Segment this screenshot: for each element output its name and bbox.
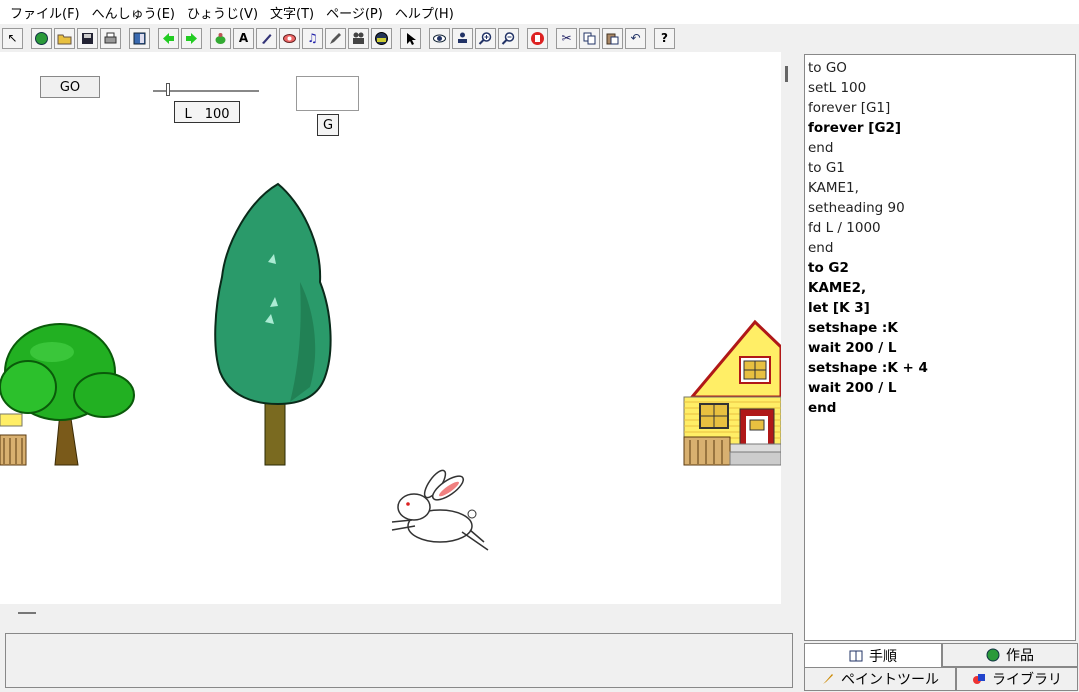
tab-procedures[interactable]: 手順 <box>804 643 942 667</box>
tab-paint-tool[interactable]: ペイントツール <box>804 667 956 691</box>
code-line: end <box>808 140 834 156</box>
blank-display-box[interactable] <box>296 76 359 111</box>
music-note-icon[interactable]: ♫ <box>302 27 323 49</box>
rabbit[interactable] <box>391 467 489 551</box>
code-line: setshape :K + 4 <box>808 360 928 376</box>
tabs-row-top: 手順 作品 <box>804 643 1078 667</box>
tab-works[interactable]: 作品 <box>942 643 1078 667</box>
menu-help[interactable]: ヘルプ(H) <box>389 3 460 22</box>
code-line: setL 100 <box>808 80 867 96</box>
open-folder-icon[interactable] <box>54 27 75 49</box>
horizontal-splitter-grip[interactable] <box>18 612 36 614</box>
code-line: fd L / 1000 <box>808 220 881 236</box>
help-icon[interactable]: ? <box>654 27 675 49</box>
code-line: forever [G2] <box>808 120 902 136</box>
cut-icon[interactable]: ✂ <box>556 27 577 49</box>
stamp-icon[interactable] <box>452 27 473 49</box>
globe-ball-icon[interactable] <box>371 27 392 49</box>
menu-view[interactable]: ひょうじ(V) <box>181 3 264 22</box>
code-line: wait 200 / L <box>808 380 897 396</box>
go-button[interactable]: GO <box>40 76 100 98</box>
zoom-out-icon[interactable] <box>498 27 519 49</box>
panel-icon[interactable] <box>129 27 150 49</box>
code-line: KAME1, <box>808 180 859 196</box>
code-line: wait 200 / L <box>808 340 897 356</box>
code-line: end <box>808 400 837 416</box>
code-line: forever [G1] <box>808 100 891 116</box>
globe-icon <box>986 648 1000 662</box>
brush-icon <box>823 674 833 684</box>
zoom-in-icon[interactable] <box>475 27 496 49</box>
tab-library-label: ライブラリ <box>992 672 1062 688</box>
slider-value-label: L 100 <box>174 101 240 123</box>
menu-file[interactable]: ファイル(F) <box>4 3 86 22</box>
hand-stop-icon[interactable] <box>527 27 548 49</box>
tab-procedures-label: 手順 <box>869 648 897 665</box>
stage-canvas[interactable]: GO L 100 G <box>0 52 781 604</box>
globe-icon[interactable] <box>31 27 52 49</box>
back-arrow-icon[interactable] <box>158 27 179 49</box>
code-line: setheading 90 <box>808 200 905 216</box>
arrow-small-icon[interactable]: ↖ <box>2 27 23 49</box>
eye-icon[interactable] <box>429 27 450 49</box>
code-line: to GO <box>808 60 847 76</box>
menu-bar: ファイル(F) へんしゅう(E) ひょうじ(V) 文字(T) ページ(P) ヘル… <box>0 0 1079 24</box>
menu-text[interactable]: 文字(T) <box>264 3 320 22</box>
pencil-icon[interactable] <box>325 27 346 49</box>
tab-works-label: 作品 <box>1006 648 1034 664</box>
turtle-icon[interactable] <box>210 27 231 49</box>
g-button[interactable]: G <box>317 114 339 136</box>
forward-arrow-icon[interactable] <box>181 27 202 49</box>
message-panel <box>5 633 793 688</box>
procedure-editor[interactable]: to GO setL 100 forever [G1] forever [G2] end… <box>804 54 1076 641</box>
vertical-splitter-grip[interactable] <box>785 66 788 82</box>
save-icon[interactable] <box>77 27 98 49</box>
book-icon <box>849 650 863 661</box>
house[interactable] <box>683 319 781 466</box>
pointer-icon[interactable] <box>400 27 421 49</box>
film-camera-icon[interactable] <box>348 27 369 49</box>
copy-icon[interactable] <box>579 27 600 49</box>
code-line: setshape :K <box>808 320 898 336</box>
eye-oval-icon[interactable] <box>279 27 300 49</box>
menu-edit[interactable]: へんしゅう(E) <box>86 3 181 22</box>
tabs-row-bottom: ペイントツール ライブラリ <box>804 667 1078 691</box>
tall-tree[interactable] <box>214 182 332 466</box>
code-line: end <box>808 240 834 256</box>
shapes-icon <box>973 674 985 684</box>
stage-drawing <box>0 182 781 551</box>
slider-thumb[interactable] <box>165 83 170 96</box>
print-icon[interactable] <box>100 27 121 49</box>
menu-page[interactable]: ページ(P) <box>320 3 389 22</box>
code-line: to G1 <box>808 160 845 176</box>
code-line: KAME2, <box>808 280 867 296</box>
fence-left <box>0 413 27 466</box>
tab-library[interactable]: ライブラリ <box>956 667 1078 691</box>
pen-icon[interactable] <box>256 27 277 49</box>
code-line: let [K 3] <box>808 300 870 316</box>
text-box-icon[interactable]: A <box>233 27 254 49</box>
undo-icon[interactable]: ↶ <box>625 27 646 49</box>
speed-slider[interactable] <box>147 82 267 96</box>
toolbar: ↖ A ♫ ✂ ↶ ? <box>0 25 1079 51</box>
code-line: to G2 <box>808 260 849 276</box>
stage-scroll-edge <box>781 52 801 604</box>
tab-paint-tool-label: ペイントツール <box>841 672 939 688</box>
paste-icon[interactable] <box>602 27 623 49</box>
